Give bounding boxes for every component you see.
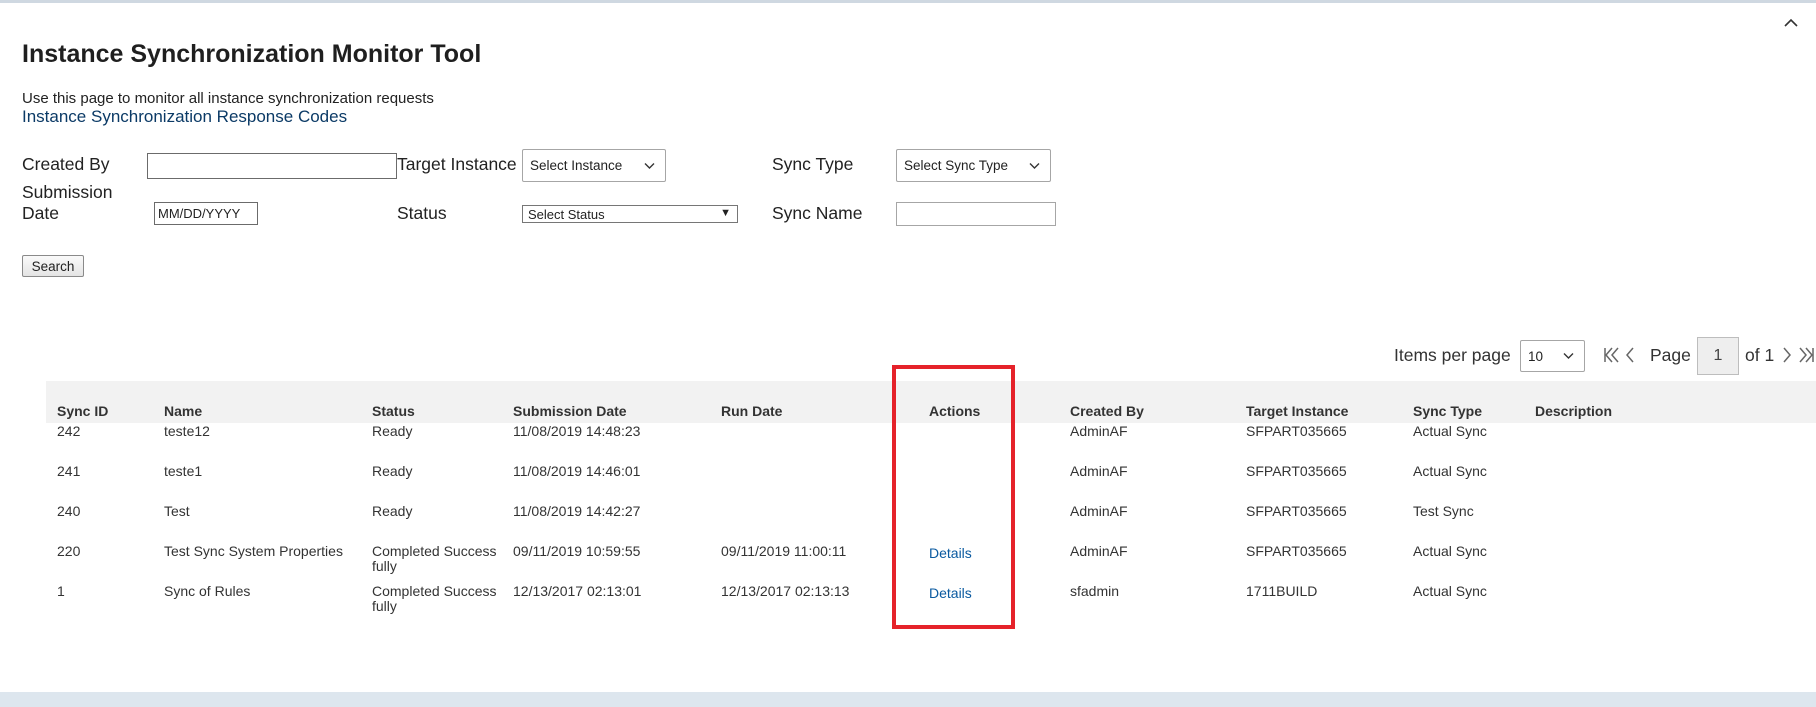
collapse-button[interactable]	[1784, 18, 1798, 28]
sync-type-cell: Actual Sync	[1413, 583, 1487, 599]
status-cell: Completed Success	[372, 543, 497, 559]
name-cell: Test Sync System Properties	[164, 543, 343, 559]
sync-id-cell: 242	[57, 423, 81, 439]
target-instance-cell: SFPART035665	[1246, 543, 1347, 559]
page-count-label: of 1	[1745, 345, 1775, 365]
submission-date-cell: 11/08/2019 14:42:27	[513, 503, 641, 519]
created-by-cell: AdminAF	[1070, 503, 1128, 519]
submission-date-cell: 11/08/2019 14:46:01	[513, 463, 641, 479]
status-label: Status	[397, 203, 447, 223]
column-header-status[interactable]: Status	[372, 403, 415, 419]
chevron-down-icon	[1563, 353, 1574, 359]
response-codes-link[interactable]: Instance Synchronization Response Codes	[22, 107, 347, 127]
created-by-cell: AdminAF	[1070, 463, 1128, 479]
column-header-created-by[interactable]: Created By	[1070, 403, 1144, 419]
column-header-name[interactable]: Name	[164, 403, 202, 419]
sync-type-cell: Actual Sync	[1413, 543, 1487, 559]
status-select-value: Select Status	[528, 206, 605, 222]
status-cell-continued: fully	[372, 598, 397, 614]
created-by-input[interactable]	[147, 153, 397, 179]
name-cell: teste1	[164, 463, 203, 479]
next-page-icon[interactable]	[1781, 347, 1793, 363]
first-page-icon[interactable]	[1603, 347, 1621, 363]
status-cell: Ready	[372, 503, 413, 519]
column-header-actions[interactable]: Actions	[929, 403, 980, 419]
chevron-down-icon	[1029, 162, 1040, 169]
details-link[interactable]: Details	[929, 585, 972, 601]
page-label: Page	[1650, 345, 1691, 365]
sync-id-cell: 240	[57, 503, 81, 519]
target-instance-label: Target Instance	[397, 154, 517, 174]
sync-type-cell: Actual Sync	[1413, 423, 1487, 439]
sync-type-dropdown[interactable]: Select Sync Type	[896, 149, 1051, 182]
chevron-up-icon	[1784, 18, 1798, 27]
column-header-run-date[interactable]: Run Date	[721, 403, 782, 419]
status-cell-continued: fully	[372, 558, 397, 574]
target-instance-cell: SFPART035665	[1246, 503, 1347, 519]
items-per-page-dropdown[interactable]: 10	[1520, 340, 1585, 372]
target-instance-cell: SFPART035665	[1246, 463, 1347, 479]
sync-type-value: Select Sync Type	[904, 158, 1009, 173]
sync-id-cell: 241	[57, 463, 81, 479]
items-per-page-label: Items per page	[1394, 345, 1511, 365]
top-border	[0, 0, 1816, 3]
sync-id-cell: 220	[57, 543, 81, 559]
sync-type-cell: Test Sync	[1413, 503, 1474, 519]
last-page-icon[interactable]	[1797, 347, 1815, 363]
column-header-submission-date[interactable]: Submission Date	[513, 403, 627, 419]
name-cell: teste12	[164, 423, 210, 439]
footer-bar	[0, 692, 1816, 707]
submission-date-cell: 09/11/2019 10:59:55	[513, 543, 641, 559]
sync-type-cell: Actual Sync	[1413, 463, 1487, 479]
sync-name-label: Sync Name	[772, 203, 863, 223]
created-by-label: Created By	[22, 154, 110, 174]
target-instance-cell: 1711BUILD	[1246, 583, 1318, 599]
column-header-sync-id[interactable]: Sync ID	[57, 403, 108, 419]
name-cell: Test	[164, 503, 190, 519]
details-link[interactable]: Details	[929, 545, 972, 561]
submission-date-label-line1: Submission	[22, 182, 113, 202]
created-by-cell: AdminAF	[1070, 423, 1128, 439]
sync-id-cell: 1	[57, 583, 65, 599]
page-number-input[interactable]: 1	[1697, 337, 1739, 375]
page-title: Instance Synchronization Monitor Tool	[22, 40, 482, 68]
column-header-description[interactable]: Description	[1535, 403, 1612, 419]
status-cell: Ready	[372, 423, 413, 439]
previous-page-icon[interactable]	[1624, 347, 1636, 363]
sync-type-label: Sync Type	[772, 154, 854, 174]
status-cell: Completed Success	[372, 583, 497, 599]
submission-date-cell: 11/08/2019 14:48:23	[513, 423, 641, 439]
sync-name-input[interactable]	[896, 202, 1056, 226]
items-per-page-value: 10	[1528, 348, 1544, 364]
target-instance-dropdown[interactable]: Select Instance	[522, 149, 666, 182]
search-button[interactable]: Search	[22, 255, 84, 277]
created-by-cell: AdminAF	[1070, 543, 1128, 559]
column-header-target-instance[interactable]: Target Instance	[1246, 403, 1348, 419]
target-instance-value: Select Instance	[530, 158, 623, 173]
submission-date-input[interactable]	[154, 202, 258, 225]
status-select[interactable]: Select Status ▼	[522, 205, 738, 223]
name-cell: Sync of Rules	[164, 583, 251, 599]
chevron-down-icon	[644, 162, 655, 169]
page-subtitle: Use this page to monitor all instance sy…	[22, 90, 434, 107]
submission-date-label-line2: Date	[22, 203, 59, 223]
target-instance-cell: SFPART035665	[1246, 423, 1347, 439]
status-cell: Ready	[372, 463, 413, 479]
created-by-cell: sfadmin	[1070, 583, 1120, 599]
run-date-cell: 09/11/2019 11:00:11	[721, 543, 847, 559]
column-header-sync-type[interactable]: Sync Type	[1413, 403, 1482, 419]
run-date-cell: 12/13/2017 02:13:13	[721, 583, 850, 599]
dropdown-arrow-icon: ▼	[720, 207, 731, 219]
submission-date-cell: 12/13/2017 02:13:01	[513, 583, 642, 599]
